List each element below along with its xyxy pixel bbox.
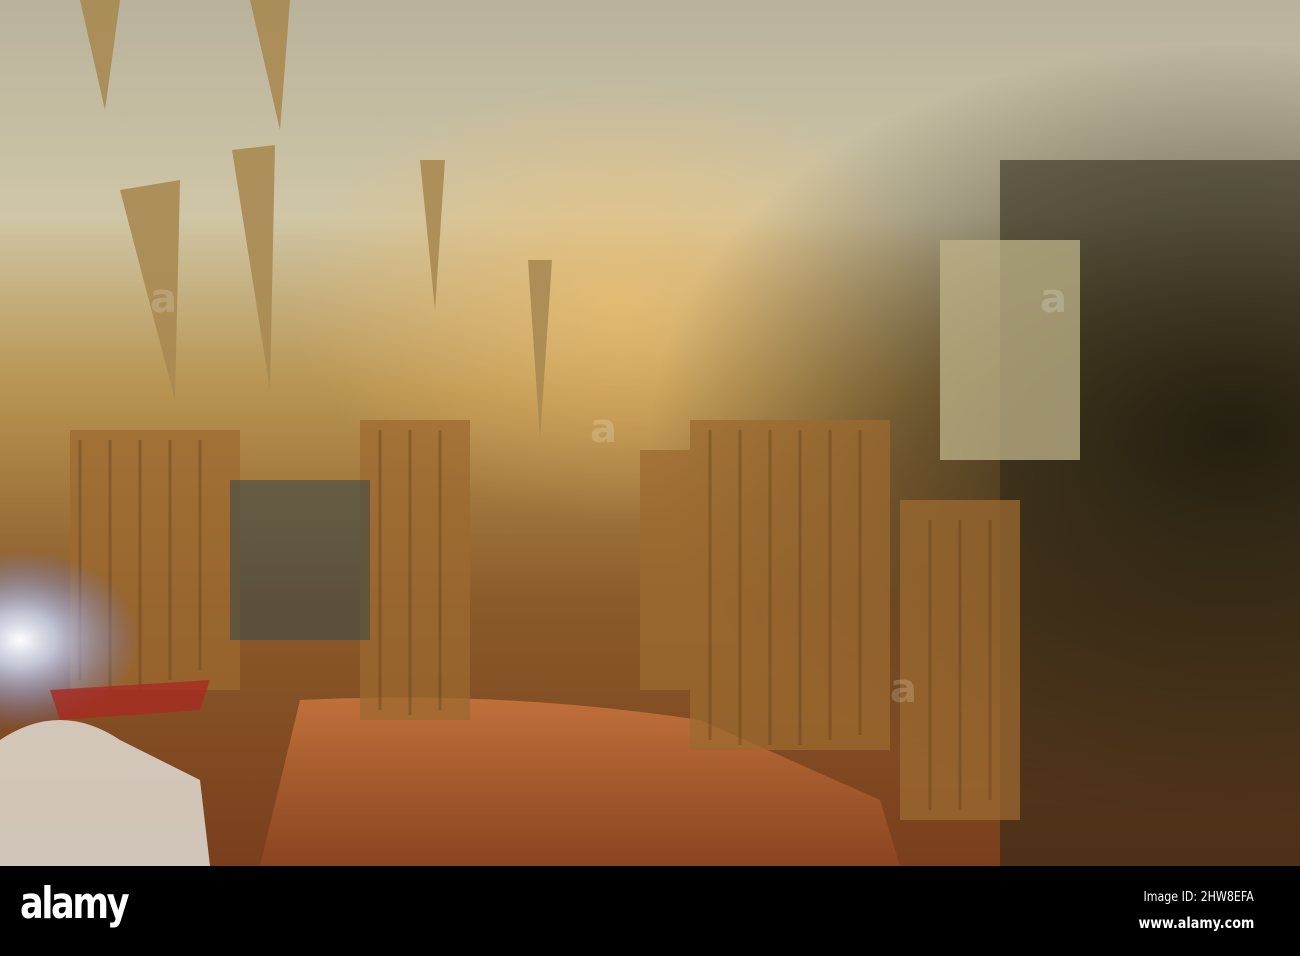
alamy-logo: alamy	[20, 878, 130, 929]
image-id: Image ID: 2HW8EFA	[1143, 890, 1254, 905]
site-url: www.alamy.com	[1138, 914, 1254, 932]
footer-bar: alamy Image ID: 2HW8EFA www.alamy.com	[0, 866, 1300, 956]
cave-photo	[0, 0, 1300, 866]
